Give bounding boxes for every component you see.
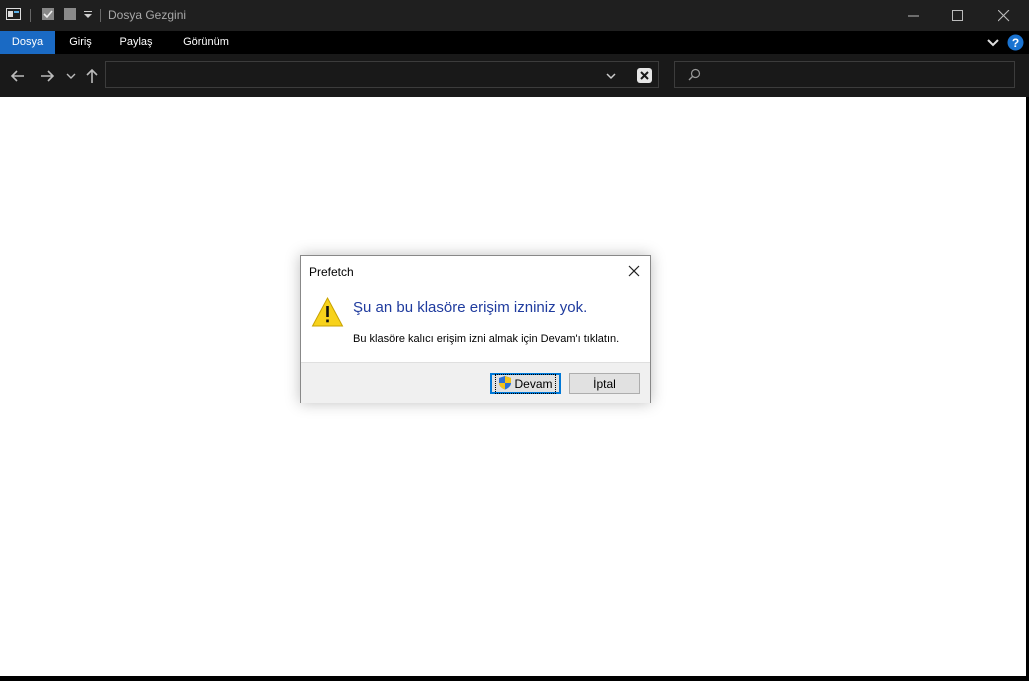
search-box[interactable] [674,61,1015,88]
navigation-bar [0,54,1029,97]
svg-text:?: ? [1012,36,1019,50]
continue-button-content: Devam [495,373,556,394]
maximize-icon [952,10,963,21]
address-dropdown-icon[interactable] [605,69,617,87]
minimize-icon [908,15,919,17]
uac-shield-icon [498,375,512,393]
forward-icon[interactable] [38,67,56,85]
new-folder-icon[interactable] [63,7,77,21]
refresh-icon[interactable] [637,68,652,88]
tab-giris[interactable]: Giriş [59,31,102,54]
dialog-title: Prefetch [309,265,354,279]
dialog-button-bar: Devam İptal [301,362,650,403]
title-bar: Dosya Gezgini [0,0,1029,31]
continue-button-label: Devam [514,376,553,391]
recent-locations-icon[interactable] [66,67,76,85]
customize-dropdown-icon[interactable] [83,7,97,21]
ribbon: Dosya Giriş Paylaş Görünüm ? [0,31,1029,54]
dialog-close-button[interactable] [623,261,645,281]
close-button[interactable] [981,0,1027,31]
warning-icon [311,296,344,333]
checkmark-icon[interactable] [41,7,55,21]
window-title: Dosya Gezgini [108,8,187,22]
dialog-heading: Şu an bu klasöre erişim izniniz yok. [353,299,588,316]
access-denied-dialog: Prefetch Şu an bu klasöre erişim izniniz… [300,255,651,403]
expand-ribbon-icon[interactable] [986,36,1000,54]
dialog-message: Bu klasöre kalıcı erişim izni almak için… [353,333,620,345]
quick-access-separator [100,9,101,22]
properties-icon[interactable] [6,7,21,21]
up-icon[interactable] [83,67,101,85]
continue-button[interactable]: Devam [490,373,561,394]
search-icon [688,68,701,86]
maximize-button[interactable] [935,0,981,31]
tab-dosya[interactable]: Dosya [0,31,55,54]
back-icon[interactable] [9,67,27,85]
help-icon[interactable]: ? [1007,34,1024,56]
tab-gorunum[interactable]: Görünüm [172,31,240,54]
quick-access-separator [30,9,31,22]
cancel-button-label: İptal [593,376,616,391]
cancel-button[interactable]: İptal [569,373,640,394]
close-icon [628,265,640,277]
minimize-button[interactable] [891,0,937,31]
tab-paylas[interactable]: Paylaş [111,31,161,54]
close-icon [998,10,1010,22]
address-bar[interactable] [105,61,659,88]
